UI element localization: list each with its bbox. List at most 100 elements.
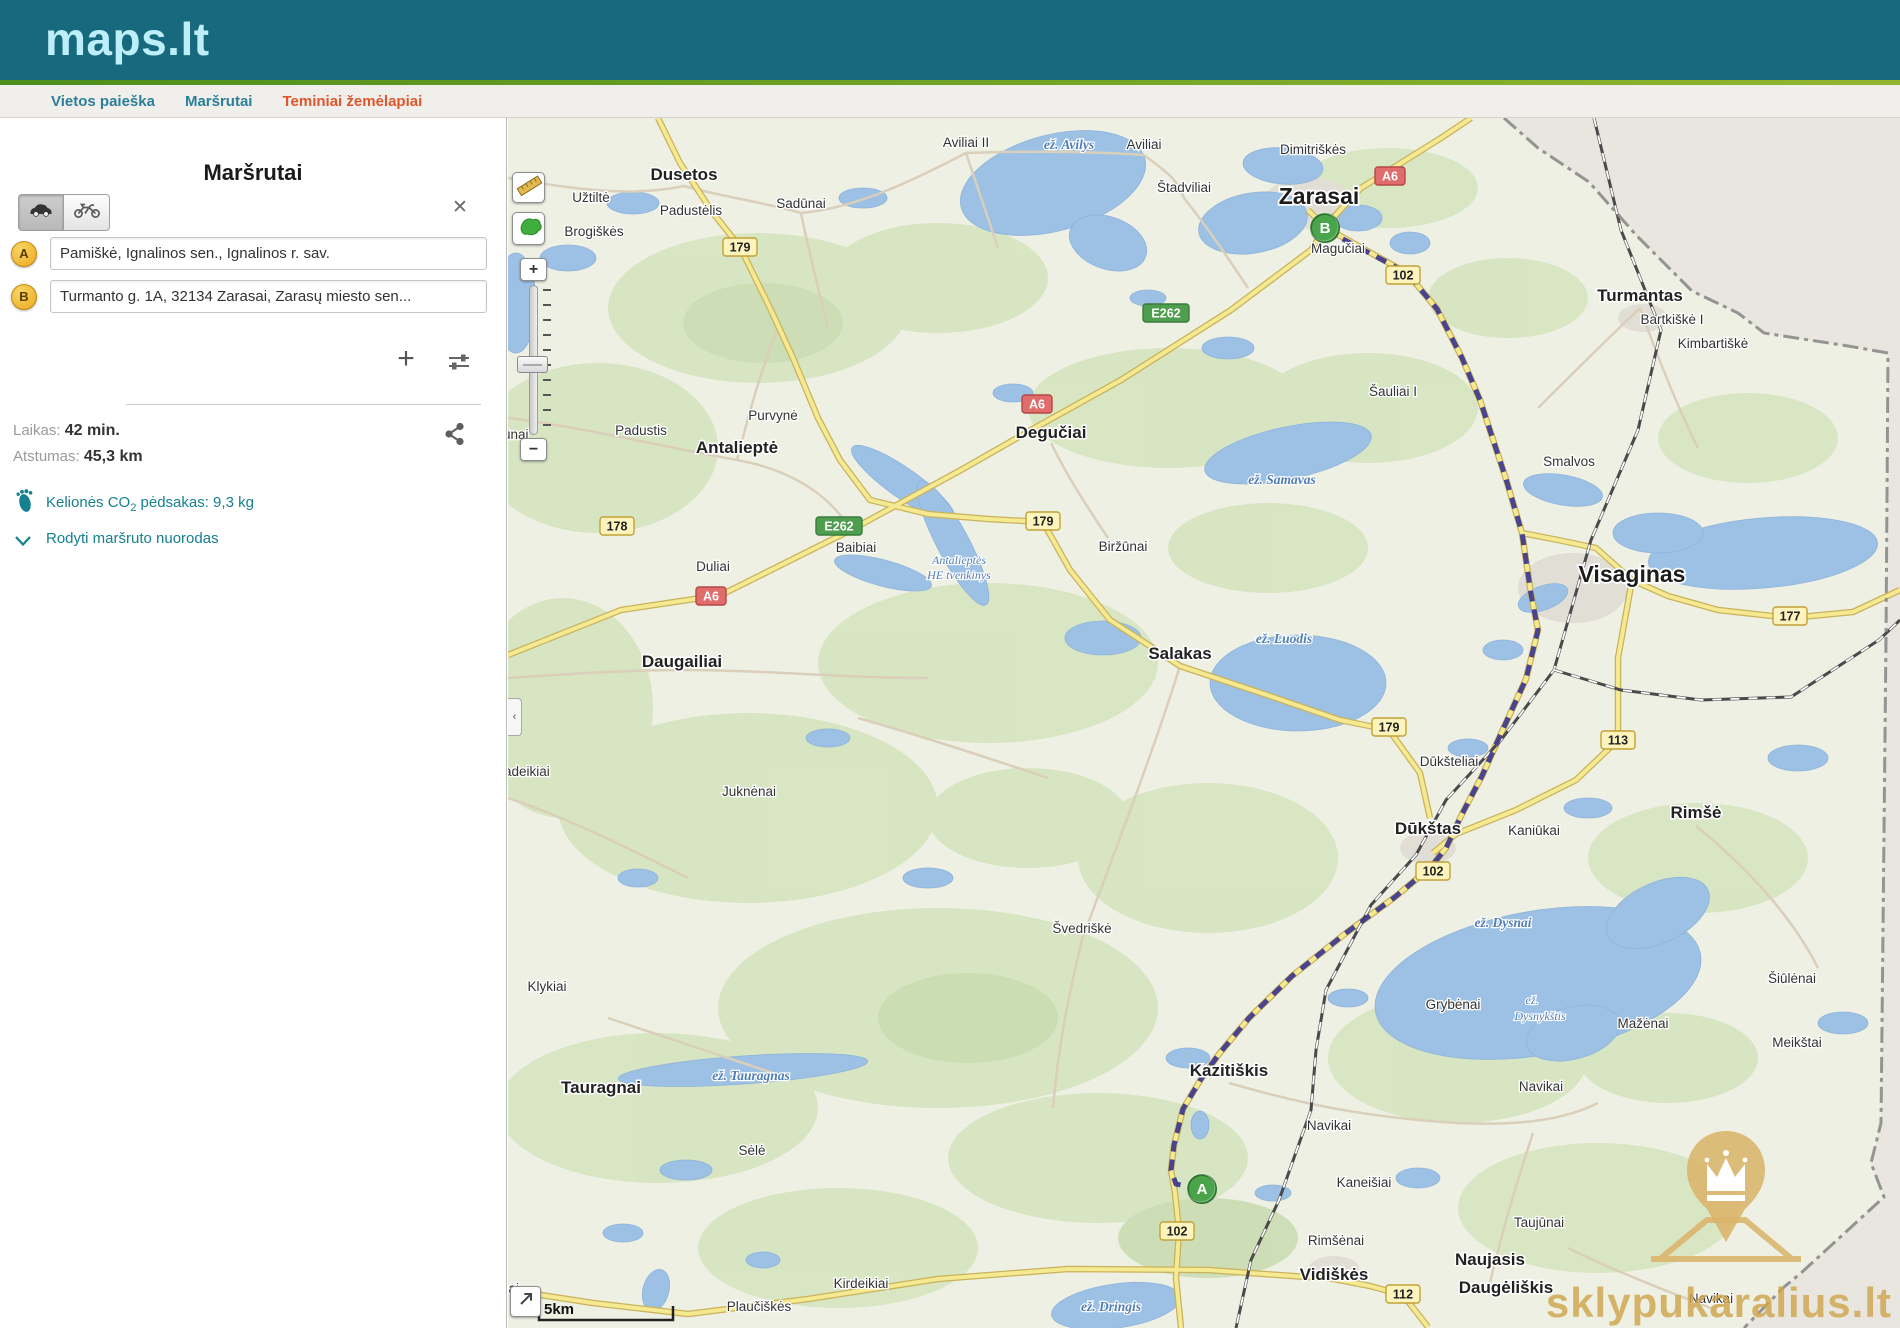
svg-text:178: 178	[607, 520, 628, 534]
svg-text:A6: A6	[703, 590, 719, 604]
road-shield-179: 179	[723, 238, 757, 256]
road-shield-102: 102	[1160, 1222, 1194, 1240]
destination-badge: B	[11, 284, 37, 310]
northeast-arrow-icon	[516, 1289, 536, 1314]
directions-link-label: Rodyti maršruto nuorodas	[46, 530, 219, 547]
road-shield-102: 102	[1416, 862, 1450, 880]
route-marker-origin[interactable]: A	[1187, 1174, 1216, 1203]
distance-row: Atstumas: 45,3 km	[13, 444, 143, 470]
svg-text:113: 113	[1608, 734, 1628, 748]
svg-text:A: A	[1197, 1181, 1208, 1198]
map-label-water: ež. Luodis	[1256, 631, 1312, 646]
zoom-in-button[interactable]: +	[520, 258, 547, 281]
map-label-water: ež. Dringis	[1081, 1299, 1141, 1314]
map-label: Aviliai	[1126, 137, 1161, 152]
chevron-down-icon	[14, 534, 32, 552]
motorcycle-icon	[73, 201, 101, 224]
road-shield-177: 177	[1773, 607, 1807, 625]
time-row: Laikas: 42 min.	[13, 418, 143, 444]
road-shield-a6: A6	[1022, 395, 1052, 413]
tab-thematic-maps[interactable]: Teminiai žemėlapiai	[282, 93, 422, 110]
map-label: Magučiai	[1311, 241, 1365, 256]
road-shield-a6: A6	[696, 587, 726, 605]
distance-value: 45,3 km	[84, 448, 143, 465]
route-marker-destination[interactable]: B	[1310, 213, 1339, 242]
map-label: Meikštai	[1772, 1035, 1822, 1050]
map-label: Kimbartiškė	[1678, 336, 1749, 351]
origin-badge: A	[11, 241, 37, 267]
footprint-icon	[14, 503, 36, 520]
map-label: Šiūlėnai	[1768, 971, 1816, 986]
destination-row: B	[0, 280, 506, 314]
map-label: Grybėnai	[1426, 997, 1481, 1012]
nav-bar: Vietos paieška Maršrutai Teminiai žemėla…	[0, 85, 1900, 118]
map-label: Dimitriškės	[1280, 142, 1346, 157]
add-waypoint-button[interactable]: +	[390, 344, 422, 376]
map-label: Užtiltė	[572, 190, 610, 205]
map-label: Mažėnai	[1617, 1016, 1668, 1031]
zoom-slider-handle[interactable]	[517, 356, 548, 373]
map-label-water: ež. Avilys	[1044, 137, 1094, 152]
map-label: Štadviliai	[1157, 180, 1211, 195]
svg-text:B: B	[1320, 220, 1331, 237]
map-label: Navikai	[1519, 1079, 1563, 1094]
maps-lt-logo[interactable]: maps.lt	[45, 12, 210, 66]
map-label: Plaučiškės	[727, 1299, 792, 1314]
map-label: Šauliai I	[1369, 384, 1417, 399]
road-shield-a6: A6	[1375, 167, 1405, 185]
tab-place-search[interactable]: Vietos paieška	[51, 93, 155, 110]
svg-text:102: 102	[1423, 865, 1444, 879]
route-stats: Laikas: 42 min. Atstumas: 45,3 km	[13, 418, 143, 470]
map-label-water: ež.	[1526, 993, 1539, 1007]
lithuania-overview-button[interactable]	[512, 212, 545, 245]
distance-label: Atstumas:	[13, 448, 80, 465]
svg-text:E262: E262	[824, 520, 853, 534]
watermark-text: sklypukaralius.lt	[1546, 1279, 1892, 1326]
map-label: Kaniūkai	[1508, 823, 1560, 838]
map-label: Antalieptė	[696, 438, 778, 457]
origin-row: A	[0, 237, 506, 271]
route-options-button[interactable]	[447, 352, 471, 377]
origin-input[interactable]	[50, 237, 487, 270]
sliders-icon	[447, 359, 471, 376]
tab-routes[interactable]: Maršrutai	[185, 93, 253, 110]
road-shield-179: 179	[1372, 718, 1406, 736]
destination-input[interactable]	[50, 280, 487, 313]
measure-tool-button[interactable]	[512, 172, 545, 203]
travel-mode-toggle	[18, 194, 110, 231]
map-canvas[interactable]: A6 A6 A6 E262 E262 179 179 179 178 102 1…	[508, 118, 1900, 1328]
map-label: Purvynė	[748, 408, 798, 423]
map-label: Sėlė	[738, 1143, 765, 1158]
co2-footprint-row: Kelionės CO2 pėdsakas: 9,3 kg	[14, 486, 36, 518]
map-label: adeikiai	[508, 764, 550, 779]
map-label: Salakas	[1148, 644, 1211, 663]
map-label: Padustis	[615, 423, 667, 438]
map-label: Degučiai	[1016, 423, 1087, 442]
map-label-water: Dysnykštis	[1513, 1009, 1566, 1023]
map-label: Taujūnai	[1514, 1215, 1564, 1230]
road-shield-102: 102	[1386, 266, 1420, 284]
svg-text:179: 179	[1379, 721, 1400, 735]
map-label: Daugėliškis	[1459, 1278, 1554, 1297]
co2-text: Kelionės CO2 pėdsakas: 9,3 kg	[46, 494, 254, 514]
svg-text:E262: E262	[1151, 307, 1180, 321]
motorcycle-mode-button[interactable]	[64, 194, 110, 231]
map-label-water: ež. Tauragnas	[712, 1068, 790, 1083]
share-button[interactable]	[444, 422, 466, 451]
panel-divider	[126, 404, 481, 405]
pan-reset-button[interactable]	[510, 1286, 541, 1317]
map-label-water: ež. Samavas	[1248, 472, 1316, 487]
zoom-out-button[interactable]: −	[520, 438, 547, 461]
sidebar-collapse-handle[interactable]: ‹	[508, 698, 522, 736]
close-icon[interactable]: ✕	[452, 198, 468, 217]
map-label: Dūkšteliai	[1420, 754, 1479, 769]
road-shield-178: 178	[600, 517, 634, 535]
map-label: Duliai	[696, 559, 730, 574]
map-label: Visaginas	[1579, 561, 1686, 587]
map-label: Bartkiškė I	[1640, 312, 1703, 327]
svg-text:102: 102	[1393, 269, 1414, 283]
car-mode-button[interactable]	[18, 194, 64, 231]
share-icon	[444, 433, 466, 450]
map-label: Dusetos	[650, 165, 717, 184]
road-shield-179: 179	[1026, 512, 1060, 530]
